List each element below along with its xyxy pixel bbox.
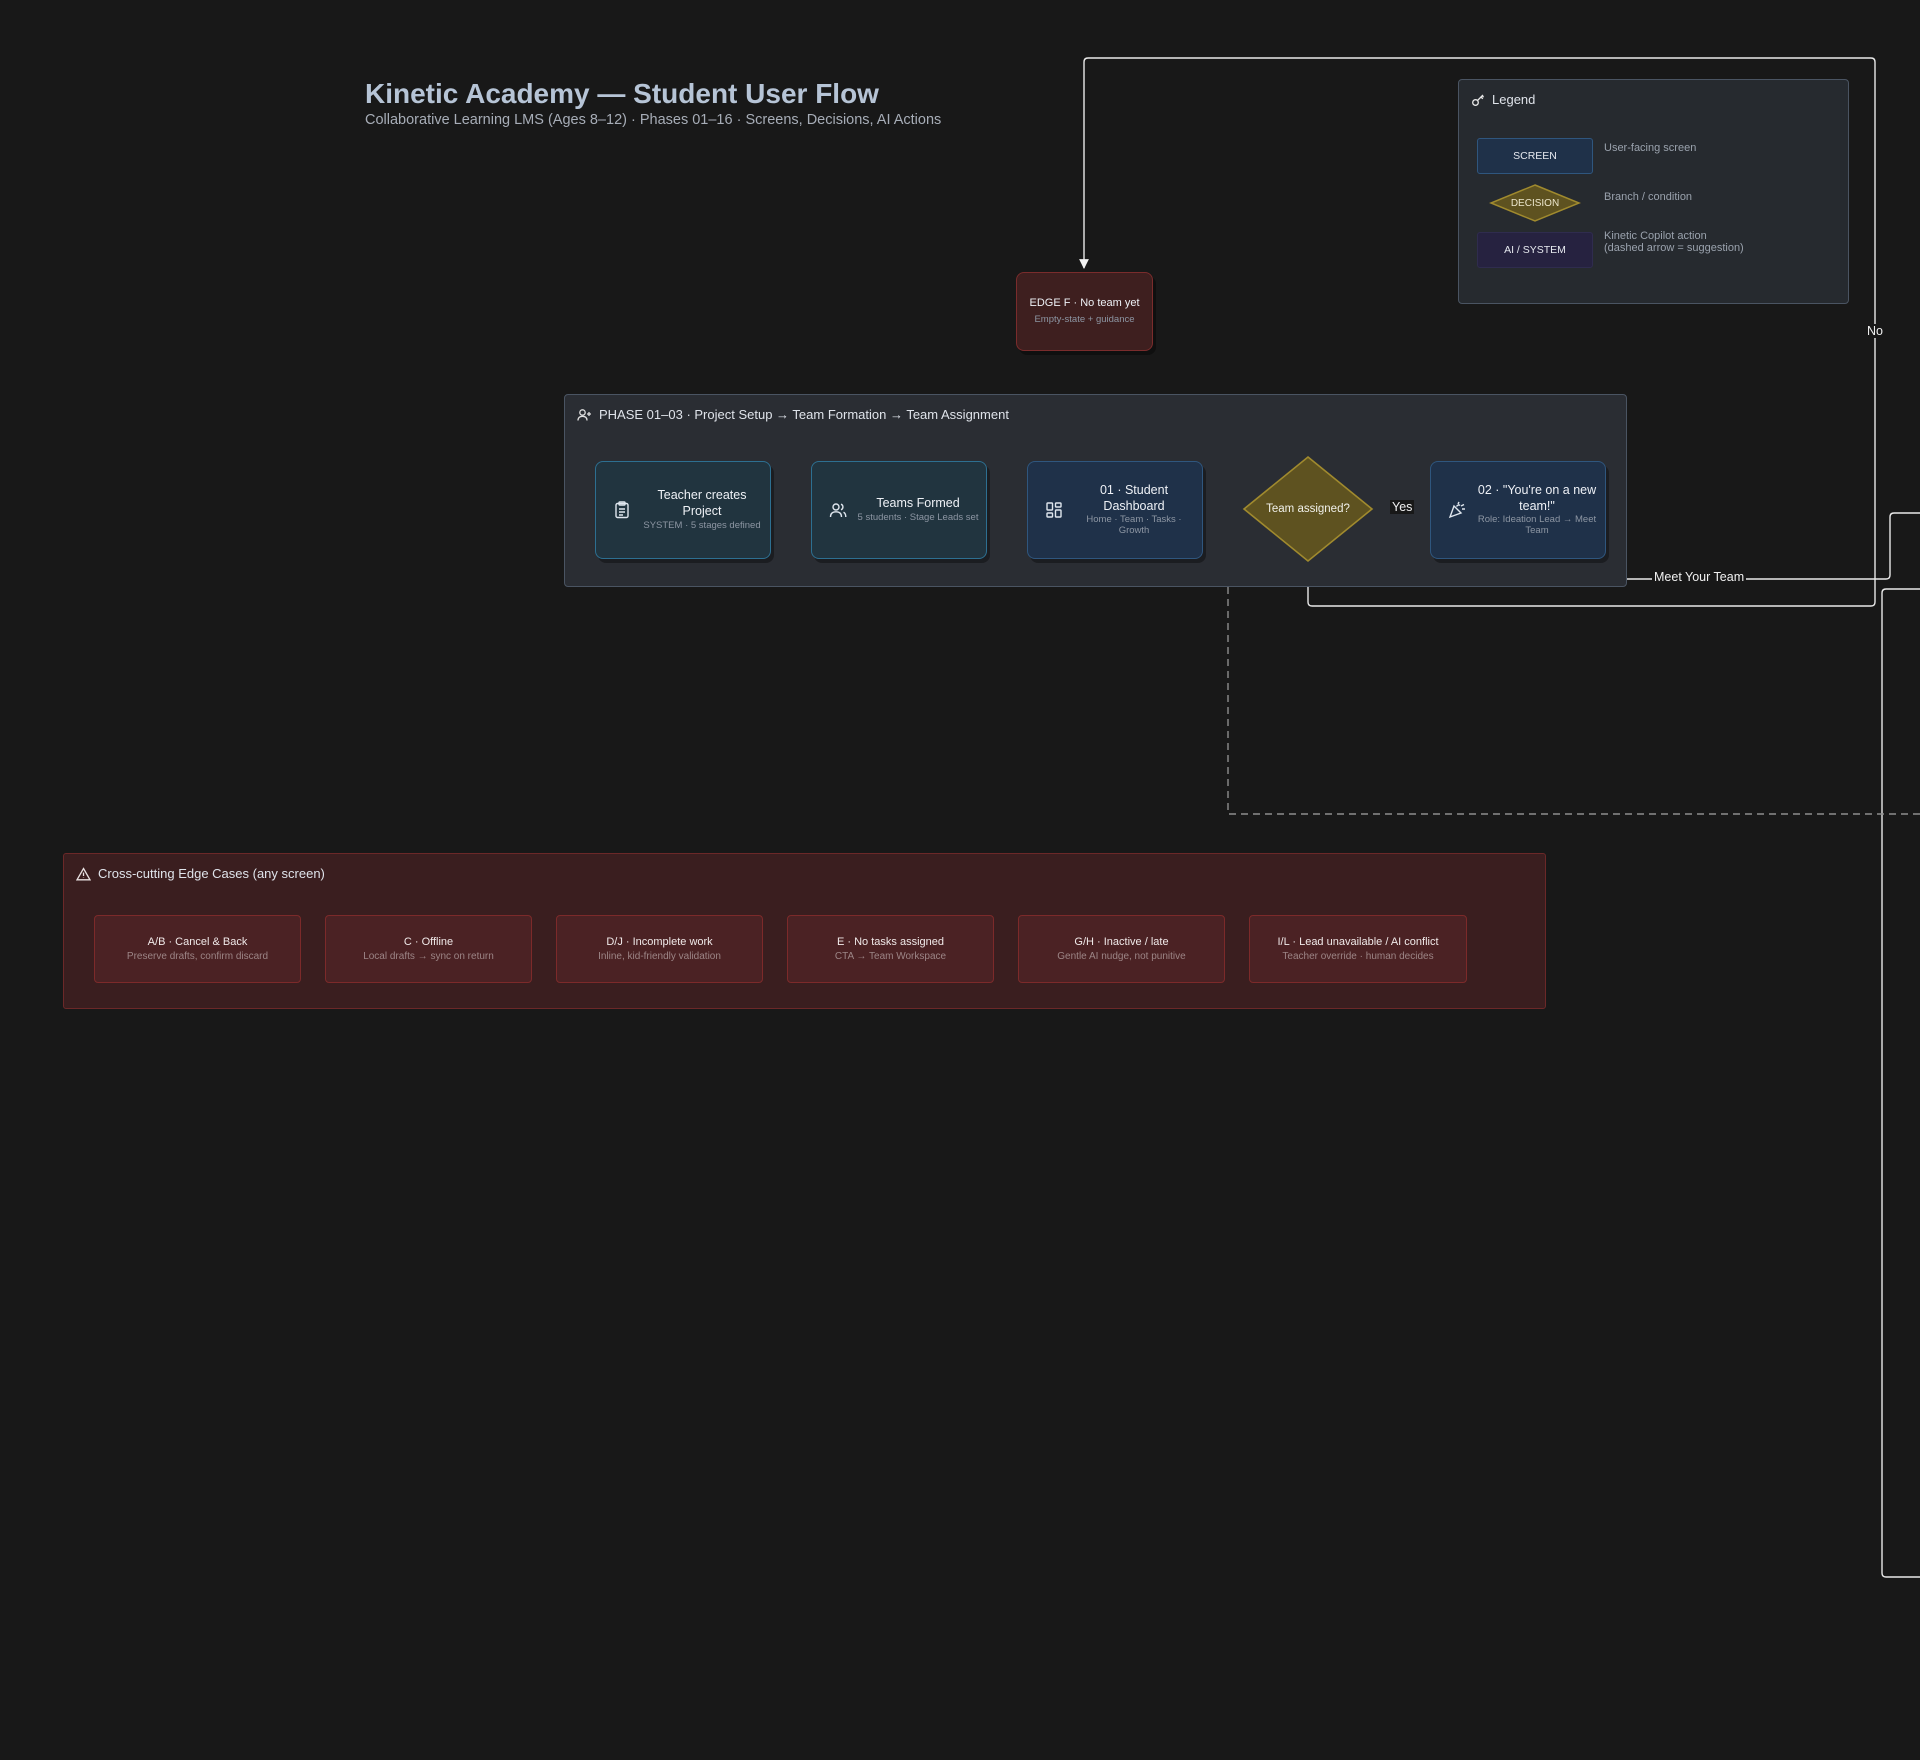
legend-decision-swatch: DECISION <box>1489 183 1581 223</box>
phase-header: PHASE 01–03 · Project Setup → Team Forma… <box>577 407 1009 422</box>
edge-label-yes: Yes <box>1390 500 1415 514</box>
node-teams-formed[interactable]: Teams Formed 5 students · Stage Leads se… <box>811 461 987 559</box>
node-new-team[interactable]: 02 · "You're on a new team!" Role: Ideat… <box>1430 461 1606 559</box>
edge-f-subtitle: Empty-state + guidance <box>1034 313 1135 325</box>
edge-card-offline[interactable]: C · Offline Local drafts → sync on retur… <box>325 915 532 983</box>
edge-label-no: No <box>1865 324 1885 338</box>
node-subtitle: 5 students · Stage Leads set <box>857 511 979 523</box>
edge-card-inactive-late[interactable]: G/H · Inactive / late Gentle AI nudge, n… <box>1018 915 1225 983</box>
legend-ai-swatch: AI / SYSTEM <box>1477 232 1593 268</box>
legend-decision-desc: Branch / condition <box>1604 191 1693 203</box>
decision-label: Team assigned? <box>1266 503 1350 515</box>
users-icon <box>829 503 847 518</box>
legend-screen-desc: User-facing screen <box>1604 142 1697 154</box>
node-title: Teams Formed <box>876 496 960 511</box>
warning-icon <box>76 866 91 880</box>
decision-team-assigned[interactable]: Team assigned? <box>1242 455 1374 563</box>
legend-row-decision: DECISION <box>1489 183 1581 223</box>
page-subtitle: Collaborative Learning LMS (Ages 8–12) ·… <box>365 112 942 128</box>
legend-ai-desc: Kinetic Copilot action (dashed arrow = s… <box>1604 230 1744 254</box>
edge-f-node[interactable]: EDGE F · No team yet Empty-state + guida… <box>1016 272 1153 351</box>
edge-card-cancel-back[interactable]: A/B · Cancel & Back Preserve drafts, con… <box>94 915 301 983</box>
node-teacher-creates-project[interactable]: Teacher creates Project SYSTEM · 5 stage… <box>595 461 771 559</box>
phase-title: PHASE 01–03 · Project Setup → Team Forma… <box>599 407 1009 422</box>
edge-card-incomplete-work[interactable]: D/J · Incomplete work Inline, kid-friend… <box>556 915 763 983</box>
dashboard-icon <box>1046 502 1062 518</box>
page-title: Kinetic Academy — Student User Flow <box>365 78 879 109</box>
edge-cases-panel: Cross-cutting Edge Cases (any screen) A/… <box>63 853 1546 1009</box>
edge-label-meet-your-team: Meet Your Team <box>1652 570 1747 584</box>
node-subtitle: Role: Ideation Lead → Meet Team <box>1477 514 1597 537</box>
node-title: 01 · Student Dashboard <box>1099 482 1169 513</box>
edge-card-no-tasks[interactable]: E · No tasks assigned CTA → Team Workspa… <box>787 915 994 983</box>
party-icon <box>1448 501 1465 519</box>
legend-row-ai: AI / SYSTEM <box>1477 232 1593 268</box>
connector-right-descent <box>1881 588 1920 1578</box>
node-title: 02 · "You're on a new team!" <box>1477 482 1597 513</box>
edge-f-title: EDGE F · No team yet <box>1029 297 1140 310</box>
legend-row-screen: SCREEN <box>1477 138 1593 174</box>
user-plus-icon <box>577 408 591 421</box>
legend-header: Legend <box>1471 92 1535 107</box>
legend-panel: Legend SCREEN User-facing screen DECISIO… <box>1458 79 1849 304</box>
node-title: Teacher creates Project <box>657 488 747 519</box>
node-subtitle: SYSTEM · 5 stages defined <box>643 519 761 531</box>
key-icon <box>1472 94 1485 106</box>
edge-cases-header: Cross-cutting Edge Cases (any screen) <box>76 866 325 881</box>
node-student-dashboard[interactable]: 01 · Student Dashboard Home · Team · Tas… <box>1027 461 1203 559</box>
edge-card-lead-unavailable[interactable]: I/L · Lead unavailable / AI conflict Tea… <box>1249 915 1467 983</box>
clipboard-icon <box>615 501 629 519</box>
node-subtitle: Home · Team · Tasks · Growth <box>1086 514 1182 537</box>
legend-screen-swatch: SCREEN <box>1477 138 1593 174</box>
legend-title: Legend <box>1492 92 1536 107</box>
edge-cases-title: Cross-cutting Edge Cases (any screen) <box>98 866 325 881</box>
